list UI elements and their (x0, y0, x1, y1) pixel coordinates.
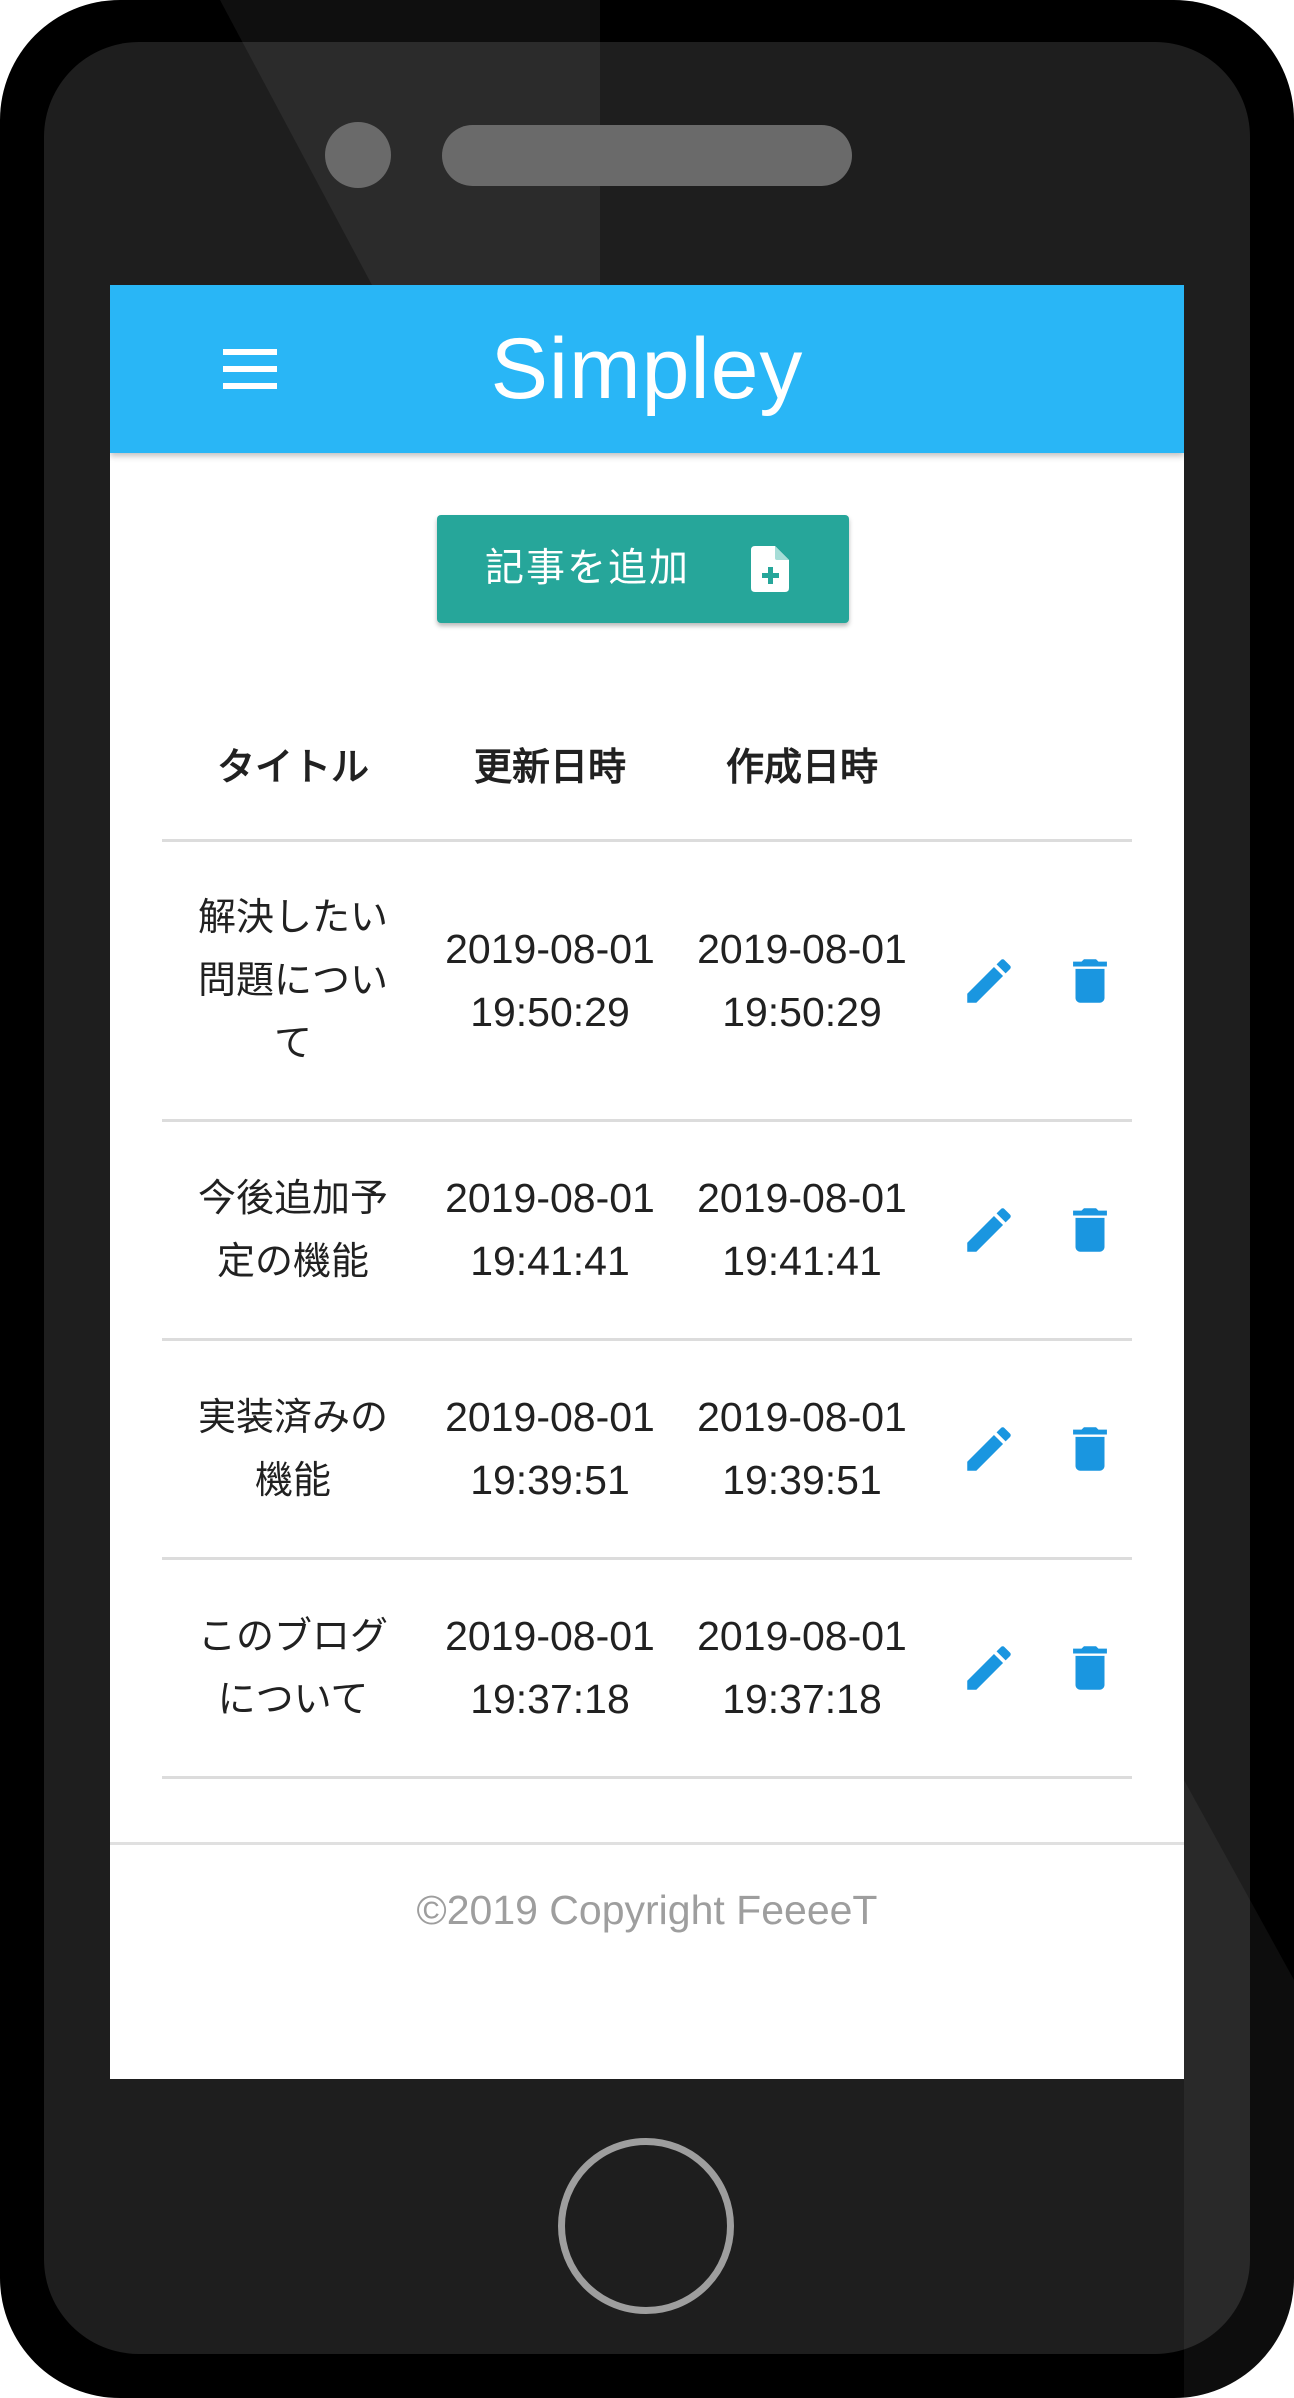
updated-date: 2019-08-01 (445, 1394, 655, 1440)
created-datetime-cell: 2019-08-01 19:37:18 (676, 1560, 928, 1776)
updated-date: 2019-08-01 (445, 1175, 655, 1221)
created-date: 2019-08-01 (697, 1613, 907, 1659)
page-footer: ©2019 Copyright FeeeeT (110, 1842, 1184, 2079)
column-header-title: タイトル (216, 745, 369, 789)
updated-datetime-cell: 2019-08-01 19:39:51 (424, 1341, 676, 1557)
updated-datetime-cell: 2019-08-01 19:41:41 (424, 1122, 676, 1338)
article-title-cell[interactable]: このブログについて (162, 1560, 424, 1776)
updated-time: 19:41:41 (470, 1238, 630, 1284)
trash-icon[interactable] (1061, 952, 1119, 1010)
created-date: 2019-08-01 (697, 1175, 907, 1221)
updated-datetime-cell: 2019-08-01 19:50:29 (424, 842, 676, 1119)
updated-date: 2019-08-01 (445, 925, 655, 972)
add-article-label: 記事を追加 (485, 546, 691, 591)
updated-time: 19:50:29 (470, 988, 630, 1035)
table-row: 解決したい問題について 2019-08-01 19:50:29 2019-08-0… (162, 842, 1132, 1122)
trash-icon[interactable] (1061, 1201, 1119, 1259)
article-title[interactable]: 実装済みの機能 (184, 1386, 402, 1512)
table-row: 実装済みの機能 2019-08-01 19:39:51 2019-08-01 19:… (162, 1341, 1132, 1560)
trash-icon[interactable] (1061, 1639, 1119, 1697)
created-time: 19:50:29 (722, 988, 882, 1035)
pencil-icon[interactable] (960, 1201, 1018, 1259)
table-row: このブログについて 2019-08-01 19:37:18 2019-08-01 1… (162, 1560, 1132, 1779)
file-plus-icon (751, 546, 789, 592)
trash-icon[interactable] (1061, 1420, 1119, 1478)
add-article-button[interactable]: 記事を追加 (437, 515, 849, 623)
home-button[interactable] (558, 2138, 734, 2314)
created-datetime-cell: 2019-08-01 19:50:29 (676, 842, 928, 1119)
updated-time: 19:39:51 (470, 1457, 630, 1503)
created-date: 2019-08-01 (697, 925, 907, 972)
table-header: タイトル 更新日時 作成日時 (162, 695, 1132, 842)
front-camera (325, 122, 391, 188)
earpiece-speaker (442, 125, 852, 186)
created-datetime-cell: 2019-08-01 19:41:41 (676, 1122, 928, 1338)
articles-table: タイトル 更新日時 作成日時 解決したい問題について 2019-08-01 19:… (162, 695, 1132, 1779)
table-row: 今後追加予定の機能 2019-08-01 19:41:41 2019-08-01 1… (162, 1122, 1132, 1341)
created-time: 19:39:51 (722, 1457, 882, 1503)
article-title[interactable]: 解決したい問題について (184, 886, 402, 1075)
pencil-icon[interactable] (960, 1639, 1018, 1697)
column-header-updated: 更新日時 (473, 745, 626, 789)
article-title-cell[interactable]: 実装済みの機能 (162, 1341, 424, 1557)
created-date: 2019-08-01 (697, 1394, 907, 1440)
article-title[interactable]: 今後追加予定の機能 (184, 1167, 402, 1293)
copyright-text: ©2019 Copyright FeeeeT (416, 1887, 878, 1933)
app-screen: Simpley 記事を追加 タイトル 更新日時 作成日時 解決したい問題について (110, 285, 1184, 2079)
created-time: 19:41:41 (722, 1238, 882, 1284)
pencil-icon[interactable] (960, 952, 1018, 1010)
updated-datetime-cell: 2019-08-01 19:37:18 (424, 1560, 676, 1776)
app-title: Simpley (490, 321, 804, 417)
article-title-cell[interactable]: 解決したい問題について (162, 842, 424, 1119)
app-bar: Simpley (110, 285, 1184, 453)
created-time: 19:37:18 (722, 1676, 882, 1722)
updated-date: 2019-08-01 (445, 1613, 655, 1659)
column-header-created: 作成日時 (725, 745, 878, 789)
article-title-cell[interactable]: 今後追加予定の機能 (162, 1122, 424, 1338)
phone-frame: Simpley 記事を追加 タイトル 更新日時 作成日時 解決したい問題について (0, 0, 1294, 2398)
created-datetime-cell: 2019-08-01 19:39:51 (676, 1341, 928, 1557)
pencil-icon[interactable] (960, 1420, 1018, 1478)
updated-time: 19:37:18 (470, 1676, 630, 1722)
article-title[interactable]: このブログについて (184, 1605, 402, 1731)
